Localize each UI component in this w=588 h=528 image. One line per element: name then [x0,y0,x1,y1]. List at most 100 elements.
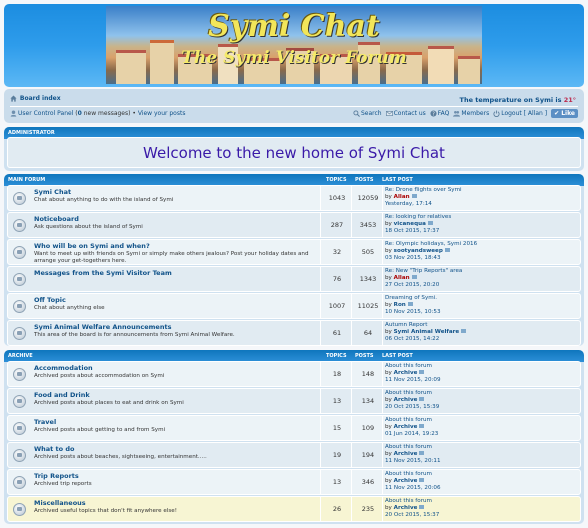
navbar: Board index The temperature on Symi is 2… [4,89,584,123]
last-post-author-link[interactable]: Archive [394,397,418,403]
forum-title-link[interactable]: Accommodation [34,364,93,372]
forum-row[interactable]: Miscellaneous Archived useful topics that… [7,496,581,522]
last-post-title-link[interactable]: About this forum [385,471,432,477]
last-post-title-link[interactable]: Re: Olympic holidays, Symi 2016 [385,241,477,247]
last-post-info: Re: Drone flights over Symi by Allan Yeste… [385,187,462,207]
view-latest-post-icon[interactable] [419,424,425,429]
admin-announcement: Welcome to the new home of Symi Chat [7,137,581,168]
last-post-author-link[interactable]: Symi Animal Welfare [394,329,460,335]
forum-title-link[interactable]: Miscellaneous [34,499,86,507]
view-latest-post-icon[interactable] [411,194,417,199]
forum-title-link[interactable]: Symi Animal Welfare Announcements [34,323,171,331]
posts-count: 1343 [359,275,377,283]
last-post-author-link[interactable]: sootyandsweep [394,248,443,254]
last-post-info: Re: looking for relatives by vicanequa 18 … [385,214,452,234]
forum-description: Chat about anything to do with the islan… [34,197,174,203]
last-post-title-link[interactable]: About this forum [385,363,432,369]
topics-count: 19 [332,451,342,459]
forum-title-link[interactable]: Noticeboard [34,215,79,223]
view-latest-post-icon[interactable] [419,451,425,456]
last-post-title-link[interactable]: About this forum [385,390,432,396]
forum-read-icon [13,503,26,516]
last-post-author-link[interactable]: Archive [394,424,418,430]
view-latest-post-icon[interactable] [419,370,425,375]
forum-title-link[interactable]: Travel [34,418,56,426]
posts-count: 12059 [357,194,379,202]
last-post-author-link[interactable]: vicanequa [394,221,426,227]
last-post-info: About this forum by Archive 20 Oct 2015, 1… [385,498,440,518]
last-post-title-link[interactable]: Re: looking for relatives [385,214,451,220]
topics-count: 15 [332,424,342,432]
members-link-wrap[interactable]: Members [453,110,489,117]
forum-description: Archived useful topics that don't fit an… [34,508,177,514]
like-button[interactable]: ✔ Like [551,109,578,118]
contact-link-wrap[interactable]: Contact us [385,110,426,117]
search-icon [353,110,360,117]
forum-row[interactable]: Symi Chat Chat about anything to do with … [7,185,581,211]
last-post-title-link[interactable]: Re: New "Trip Reports" area [385,268,462,274]
forum-row[interactable]: Accommodation Archived posts about accomm… [7,361,581,387]
forum-title-link[interactable]: Symi Chat [34,188,71,196]
forum-title-link[interactable]: Off Topic [34,296,66,304]
faq-link[interactable]: FAQ [438,110,450,117]
forum-row[interactable]: Travel Archived posts about getting to an… [7,415,581,441]
last-post-author-link[interactable]: Archive [394,370,418,376]
last-post-author-link[interactable]: Allan [394,275,410,281]
faq-link-wrap[interactable]: ? FAQ [430,110,450,117]
view-latest-post-icon[interactable] [419,478,425,483]
user-control-panel-icon [10,110,17,117]
search-link[interactable]: Search [361,110,382,117]
forum-row[interactable]: Trip Reports Archived trip reports 13 346 Ab… [7,469,581,495]
last-post-author-link[interactable]: Ron [394,302,406,308]
forum-description: Ask questions about the island of Symi [34,224,143,230]
last-post-title-link[interactable]: Dreaming of Symi. [385,295,437,301]
logout-link-wrap[interactable]: Logout [ Allan ] [493,110,547,117]
last-post-author-link[interactable]: Archive [394,451,418,457]
members-link[interactable]: Members [461,110,489,117]
last-post-title-link[interactable]: Autumn Report [385,322,427,328]
faq-icon: ? [430,110,437,117]
last-post-title-link[interactable]: About this forum [385,417,432,423]
forum-read-icon [13,476,26,489]
forum-row[interactable]: Messages from the Symi Visitor Team 76 134… [7,266,581,292]
search-link-wrap[interactable]: Search [353,110,382,117]
view-latest-post-icon[interactable] [444,248,450,253]
last-post-title-link[interactable]: Re: Drone flights over Symi [385,187,462,193]
forum-row[interactable]: Noticeboard Ask questions about the islan… [7,212,581,238]
forum-title-link[interactable]: Messages from the Symi Visitor Team [34,269,172,277]
last-post-author-link[interactable]: Archive [394,478,418,484]
view-latest-post-icon[interactable] [419,397,425,402]
board-index-link[interactable]: Board index [20,95,61,102]
forum-row[interactable]: Food and Drink Archived posts about place… [7,388,581,414]
view-latest-post-icon[interactable] [411,275,417,280]
forum-row[interactable]: What to do Archived posts about beaches, … [7,442,581,468]
forum-title-link[interactable]: Trip Reports [34,472,79,480]
view-latest-post-icon[interactable] [419,505,425,510]
last-post-info: Re: Olympic holidays, Symi 2016 by sootya… [385,241,478,261]
view-posts-link[interactable]: View your posts [138,110,186,117]
temperature-label: The temperature on Symi is [459,96,562,104]
forum-row[interactable]: Who will be on Symi and when? Want to mee… [7,239,581,265]
last-post-title-link[interactable]: About this forum [385,444,432,450]
forum-title-link[interactable]: Who will be on Symi and when? [34,242,150,250]
contact-link[interactable]: Contact us [394,110,426,117]
ucp-link[interactable]: User Control Panel [18,110,73,117]
forum-row[interactable]: Symi Animal Welfare Announcements This ar… [7,320,581,346]
view-latest-post-icon[interactable] [461,329,467,334]
last-post-author-link[interactable]: Archive [394,505,418,511]
posts-count: 346 [361,478,375,486]
welcome-message: Welcome to the new home of Symi Chat [143,144,445,162]
last-post-title-link[interactable]: About this forum [385,498,432,504]
col-header-topics: Topics [326,353,347,359]
site-banner-logo[interactable]: Symi Chat The Symi Visitor Forum [106,6,482,84]
forum-title-link[interactable]: Food and Drink [34,391,90,399]
view-latest-post-icon[interactable] [427,221,433,226]
logout-link[interactable]: Logout [ Allan ] [501,110,547,117]
forum-row[interactable]: Off Topic Chat about anything else 1007 110… [7,293,581,319]
posts-count: 148 [361,370,375,378]
last-post-date: 06 Oct 2015, 14:22 [385,335,440,342]
topics-count: 32 [332,248,342,256]
last-post-author-link[interactable]: Allan [394,194,410,200]
forum-title-link[interactable]: What to do [34,445,75,453]
view-latest-post-icon[interactable] [407,302,413,307]
